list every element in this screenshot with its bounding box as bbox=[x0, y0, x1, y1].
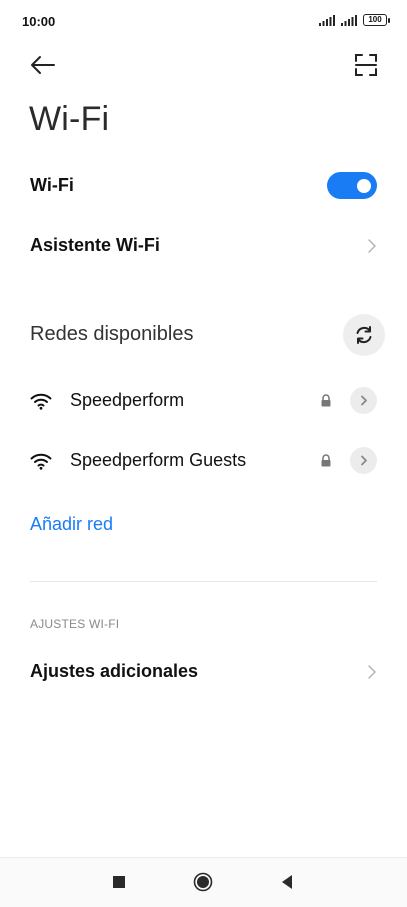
chevron-right-icon bbox=[360, 455, 367, 466]
wifi-settings-subheading: AJUSTES WI-FI bbox=[30, 617, 120, 631]
divider bbox=[30, 581, 377, 582]
recents-icon[interactable] bbox=[113, 876, 125, 888]
home-icon[interactable] bbox=[193, 872, 213, 892]
additional-settings-label: Ajustes adicionales bbox=[30, 661, 199, 681]
refresh-button[interactable] bbox=[343, 314, 385, 356]
signal-icon bbox=[319, 14, 335, 26]
signal-icon bbox=[341, 14, 357, 26]
network-item-speedperform[interactable]: Speedperform bbox=[0, 373, 407, 429]
navigation-bar bbox=[0, 857, 407, 907]
network-details-button[interactable] bbox=[350, 387, 377, 414]
wifi-signal-icon bbox=[30, 453, 52, 470]
refresh-icon bbox=[356, 326, 372, 344]
back-button[interactable] bbox=[26, 50, 60, 80]
arrow-left-icon bbox=[31, 56, 55, 74]
qr-scan-icon bbox=[355, 54, 377, 76]
chevron-right-icon bbox=[368, 665, 376, 679]
chevron-right-icon bbox=[368, 239, 376, 253]
back-icon[interactable] bbox=[281, 874, 293, 890]
add-network-link[interactable]: Añadir red bbox=[30, 514, 113, 535]
network-details-button[interactable] bbox=[350, 447, 377, 474]
lock-icon bbox=[321, 394, 331, 407]
network-item-speedperform-guests[interactable]: Speedperform Guests bbox=[0, 433, 407, 489]
scan-button[interactable] bbox=[351, 50, 381, 80]
wifi-assistant-row[interactable]: Asistente Wi-Fi bbox=[0, 225, 407, 267]
network-name: Speedperform bbox=[70, 390, 185, 410]
wifi-toggle-switch[interactable] bbox=[327, 172, 377, 199]
network-name: Speedperform Guests bbox=[70, 450, 247, 470]
chevron-right-icon bbox=[360, 395, 367, 406]
wifi-assistant-label: Asistente Wi-Fi bbox=[30, 235, 160, 255]
battery-icon: 100 bbox=[363, 14, 390, 26]
additional-settings-row[interactable]: Ajustes adicionales bbox=[0, 651, 407, 693]
status-time: 10:00 bbox=[22, 14, 56, 29]
lock-icon bbox=[321, 454, 331, 467]
wifi-signal-icon bbox=[30, 393, 52, 410]
status-icons: 100 bbox=[319, 14, 390, 26]
wifi-toggle-label: Wi-Fi bbox=[30, 175, 74, 195]
available-networks-heading: Redes disponibles bbox=[30, 323, 194, 345]
page-title: Wi-Fi bbox=[29, 100, 110, 138]
